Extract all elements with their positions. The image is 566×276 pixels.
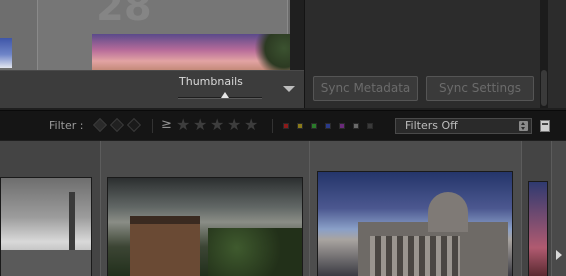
toolbar-menu-dropdown[interactable] — [278, 79, 300, 99]
filter-preset-value: Filters Off — [405, 119, 458, 132]
color-label-filter[interactable] — [353, 123, 359, 129]
grid-cell[interactable]: 28 — [38, 0, 290, 70]
sync-settings-button[interactable]: Sync Settings — [426, 76, 534, 101]
cell-index-number: 28 — [96, 0, 152, 30]
color-label-filter[interactable] — [311, 123, 317, 129]
thumbnail-image[interactable] — [0, 38, 12, 68]
color-label-filter[interactable] — [367, 123, 373, 129]
thumbnail-image[interactable] — [528, 181, 548, 276]
scroll-right-arrow-icon[interactable] — [556, 250, 562, 260]
rating-star-icon[interactable]: ★ — [210, 115, 224, 134]
thumbnail-image[interactable] — [317, 171, 513, 276]
rating-star-icon[interactable]: ★ — [244, 115, 258, 134]
select-arrows-icon — [519, 121, 528, 131]
library-grid-bottom — [0, 141, 566, 276]
panel-scrollbar[interactable] — [540, 0, 548, 108]
rejected-filter-icon[interactable] — [126, 117, 142, 133]
filter-preset-select[interactable]: Filters Off — [395, 118, 532, 134]
divider — [152, 119, 153, 133]
thumbnail-image[interactable] — [107, 177, 303, 276]
thumbnails-label: Thumbnails — [179, 75, 243, 88]
photo-detail — [1, 250, 91, 276]
lock-icon[interactable] — [540, 120, 550, 132]
color-label-filter[interactable] — [339, 123, 345, 129]
thumbnail-size-slider[interactable] — [178, 97, 262, 99]
photo-detail — [208, 228, 302, 276]
divider — [272, 119, 273, 133]
filter-bar: Filter : ≥ ★ ★ ★ ★ ★ Filters Off — [0, 110, 566, 140]
photo-detail — [130, 216, 200, 276]
grid-toolbar: Thumbnails — [0, 70, 304, 108]
thumbnail-image[interactable] — [0, 177, 92, 276]
color-label-filter[interactable] — [325, 123, 331, 129]
thumbnail-image[interactable] — [92, 34, 290, 70]
photo-detail — [370, 236, 460, 276]
flagged-filter-icon[interactable] — [92, 117, 108, 133]
unflagged-filter-icon[interactable] — [109, 117, 125, 133]
rating-star-icon[interactable]: ★ — [193, 115, 207, 134]
color-label-filter[interactable] — [297, 123, 303, 129]
photo-detail — [69, 192, 75, 252]
rating-star-icon[interactable]: ★ — [227, 115, 241, 134]
slider-knob[interactable] — [221, 92, 230, 98]
rating-star-icon[interactable]: ★ — [176, 115, 190, 134]
color-label-filter[interactable] — [283, 123, 289, 129]
rating-operator[interactable]: ≥ — [161, 117, 172, 132]
grid-cell[interactable] — [0, 0, 38, 70]
sync-metadata-button[interactable]: Sync Metadata — [313, 76, 418, 101]
library-grid-top: 28 — [0, 0, 290, 70]
photo-detail — [428, 192, 468, 232]
filter-label: Filter : — [49, 119, 84, 132]
